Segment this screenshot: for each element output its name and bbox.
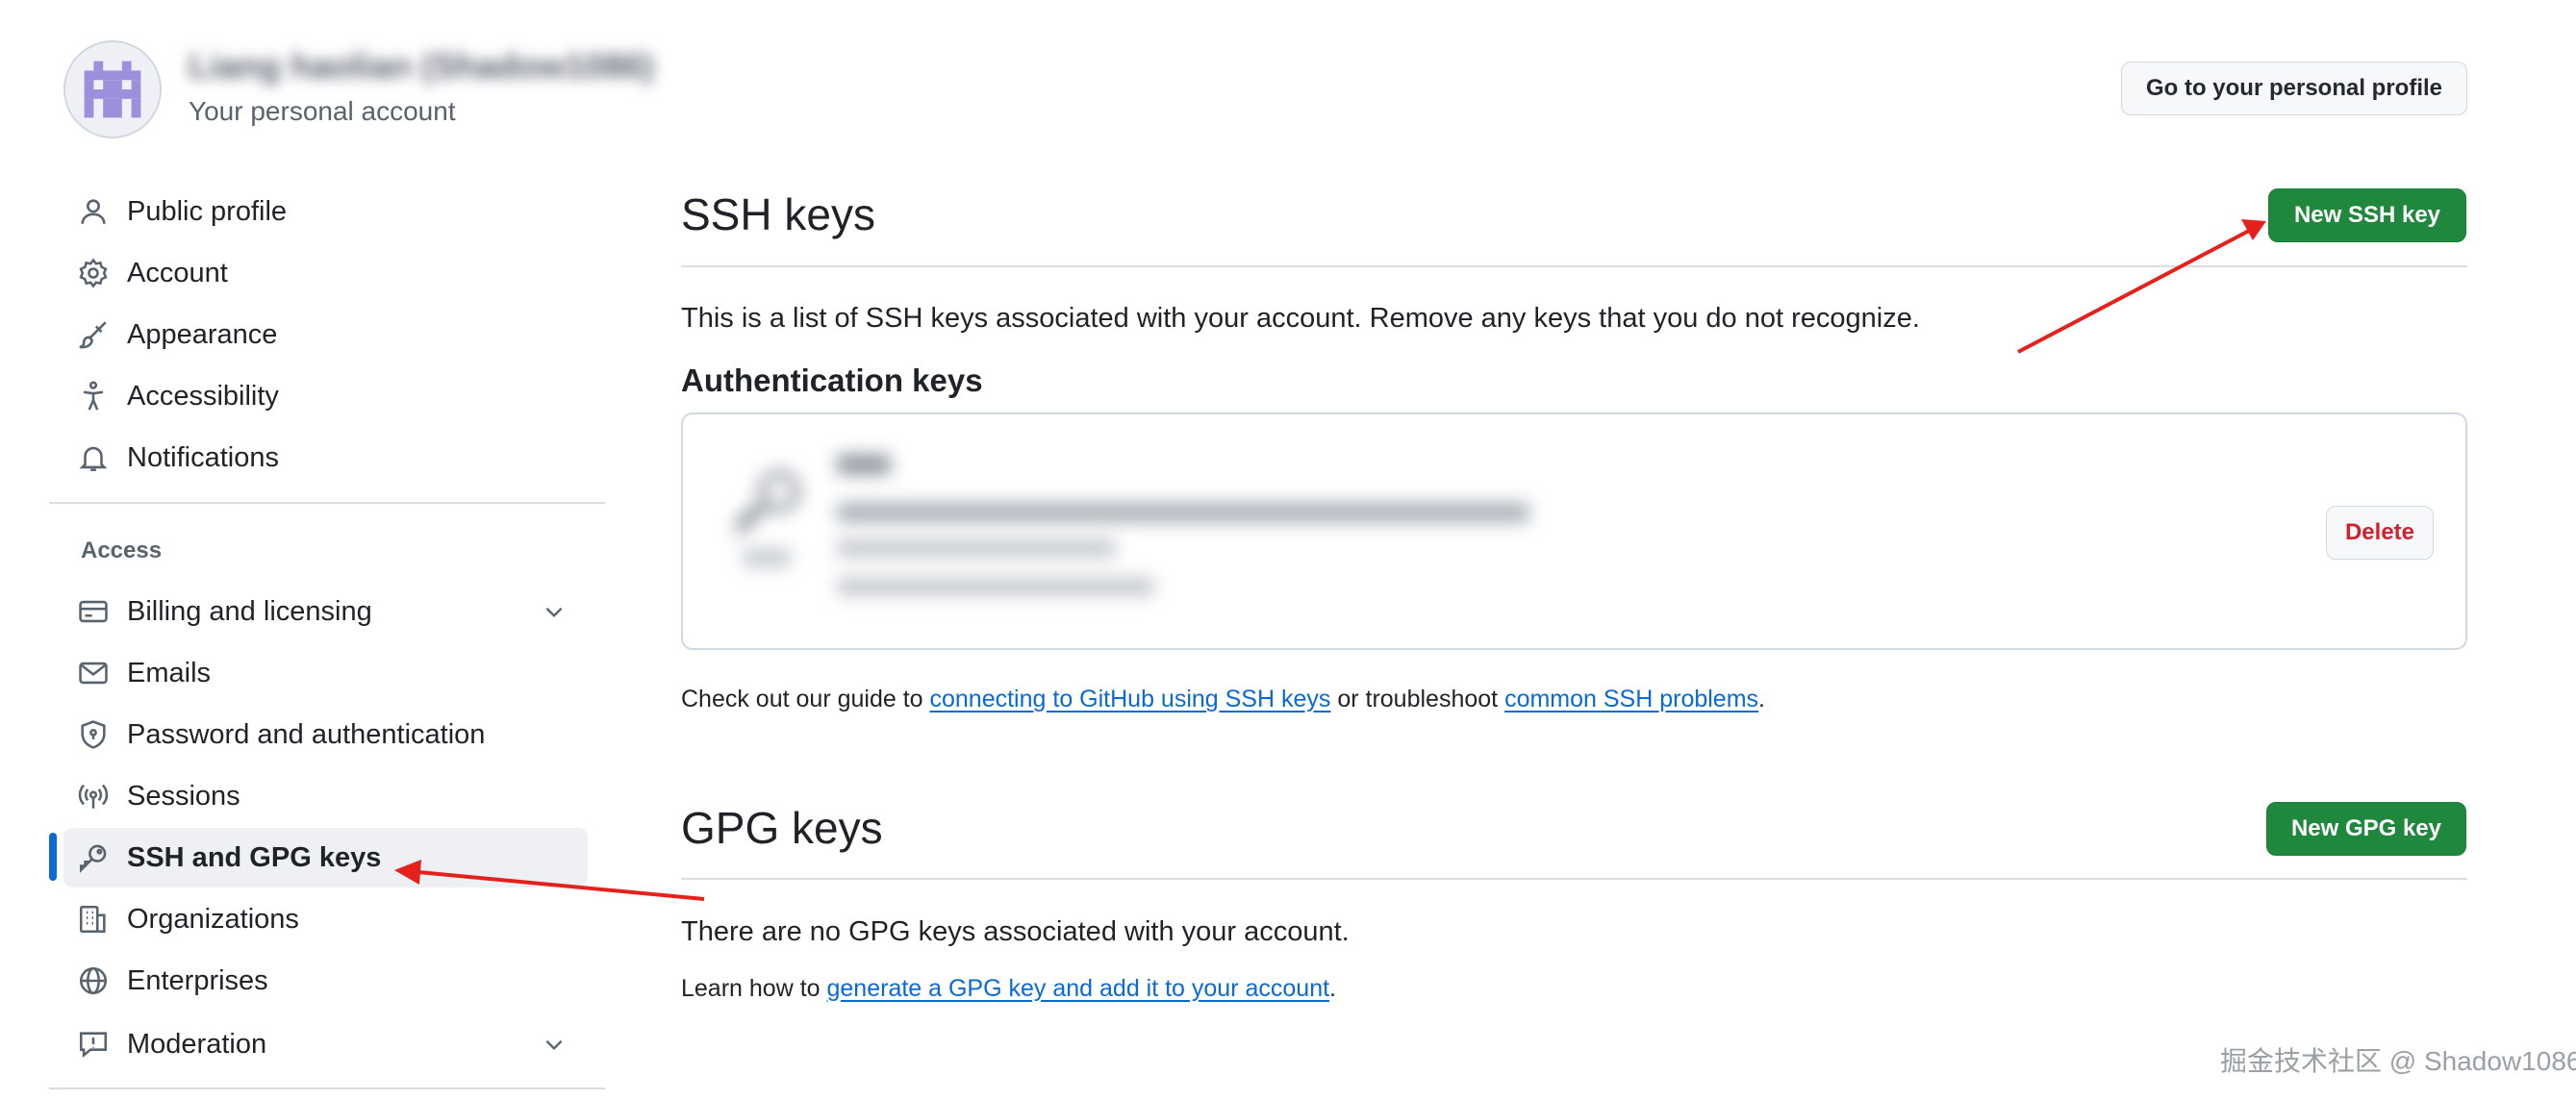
- sidebar-item-label: Password and authentication: [127, 718, 486, 750]
- sidebar-item-label: Account: [127, 257, 228, 288]
- arrow-to-new-ssh-key: [2017, 229, 2250, 354]
- sidebar-divider: [49, 1088, 605, 1089]
- identicon-icon: [65, 42, 160, 137]
- credit-card-icon: [77, 595, 110, 628]
- chevron-down-icon[interactable]: [542, 1032, 567, 1057]
- ssh-guide-text: Check out our guide to connecting to Git…: [681, 686, 1765, 713]
- bell-icon: [77, 441, 110, 474]
- person-icon: [77, 195, 110, 228]
- learn-suffix: .: [1329, 975, 1336, 1002]
- sidebar-item-label: Emails: [127, 657, 212, 688]
- accessibility-icon: [77, 380, 110, 412]
- authentication-keys-heading: Authentication keys: [681, 362, 983, 398]
- key-icon: [731, 462, 808, 539]
- sidebar-item-organizations[interactable]: Organizations: [63, 889, 588, 949]
- sidebar-item-public-profile[interactable]: Public profile: [63, 182, 588, 241]
- key-last-used: [837, 578, 1154, 595]
- sidebar-item-sessions[interactable]: Sessions: [63, 766, 588, 826]
- ssh-key-item: [681, 412, 2467, 650]
- sidebar-item-label: Billing and licensing: [127, 595, 372, 627]
- guide-prefix: Check out our guide to: [681, 686, 930, 712]
- ssh-keys-title: SSH keys: [681, 189, 875, 239]
- sidebar-item-label: SSH and GPG keys: [127, 841, 382, 873]
- section-divider: [681, 265, 2467, 267]
- broadcast-icon: [77, 780, 110, 812]
- sidebar-item-label: Enterprises: [127, 964, 268, 996]
- gear-icon: [77, 257, 110, 289]
- sidebar-item-label: Organizations: [127, 903, 299, 935]
- go-to-profile-button[interactable]: Go to your personal profile: [2121, 62, 2467, 115]
- paintbrush-icon: [77, 318, 110, 351]
- key-title: [837, 455, 891, 474]
- shield-lock-icon: [77, 718, 110, 751]
- key-type-badge: [743, 549, 791, 566]
- gpg-guide-link[interactable]: generate a GPG key and add it to your ac…: [827, 975, 1330, 1002]
- sidebar-item-label: Public profile: [127, 195, 288, 227]
- ssh-guide-link[interactable]: connecting to GitHub using SSH keys: [930, 686, 1331, 712]
- sidebar-item-label: Accessibility: [127, 380, 279, 412]
- account-subtitle: Your personal account: [189, 96, 456, 126]
- ssh-problems-link[interactable]: common SSH problems: [1504, 686, 1758, 712]
- new-ssh-key-button[interactable]: New SSH key: [2268, 188, 2466, 242]
- key-fingerprint: [837, 503, 1529, 522]
- sidebar-item-accessibility[interactable]: Accessibility: [63, 366, 588, 426]
- watermark: 掘金技术社区 @ Shadow1086: [2220, 1046, 2576, 1076]
- avatar[interactable]: [63, 40, 162, 138]
- gpg-keys-title: GPG keys: [681, 803, 883, 853]
- sidebar-item-moderation[interactable]: Moderation: [63, 1014, 588, 1074]
- learn-prefix: Learn how to: [681, 975, 827, 1002]
- gpg-empty-text: There are no GPG keys associated with yo…: [681, 916, 1350, 947]
- sidebar-item-account[interactable]: Account: [63, 243, 588, 303]
- delete-key-button[interactable]: Delete: [2326, 506, 2434, 560]
- sidebar-item-label: Moderation: [127, 1028, 267, 1060]
- mail-icon: [77, 657, 110, 689]
- key-icon: [77, 841, 110, 874]
- new-gpg-key-button[interactable]: New GPG key: [2266, 802, 2466, 856]
- sidebar-item-billing[interactable]: Billing and licensing: [63, 582, 588, 641]
- sidebar-item-ssh-gpg-keys[interactable]: SSH and GPG keys: [63, 828, 588, 888]
- sidebar-item-appearance[interactable]: Appearance: [63, 305, 588, 364]
- ssh-description: This is a list of SSH keys associated wi…: [681, 303, 1920, 334]
- sidebar-item-label: Notifications: [127, 441, 279, 473]
- chevron-down-icon[interactable]: [542, 599, 567, 624]
- globe-icon: [77, 964, 110, 997]
- sidebar-item-enterprises[interactable]: Enterprises: [63, 951, 588, 1011]
- gpg-learn-text: Learn how to generate a GPG key and add …: [681, 975, 1336, 1003]
- guide-middle: or troubleshoot: [1330, 686, 1505, 712]
- key-added-date: [837, 539, 1116, 557]
- sidebar-item-emails[interactable]: Emails: [63, 643, 588, 703]
- organization-icon: [77, 903, 110, 936]
- arrowhead: [2241, 219, 2266, 240]
- sidebar-item-password-auth[interactable]: Password and authentication: [63, 705, 588, 764]
- sidebar-section-access: Access: [81, 538, 163, 563]
- guide-suffix: .: [1758, 686, 1765, 712]
- user-name: Liang haolian (Shadow1086): [189, 46, 655, 86]
- sidebar-item-notifications[interactable]: Notifications: [63, 428, 588, 488]
- sidebar-divider: [49, 502, 605, 504]
- active-indicator: [49, 833, 57, 881]
- section-divider: [681, 878, 2467, 880]
- report-icon: [77, 1028, 110, 1061]
- sidebar-item-label: Appearance: [127, 318, 278, 350]
- sidebar-item-label: Sessions: [127, 780, 240, 812]
